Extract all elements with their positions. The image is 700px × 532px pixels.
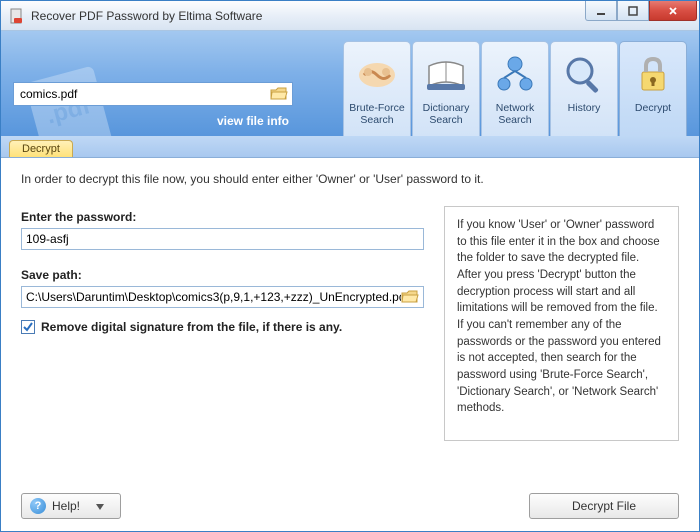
lock-icon	[630, 52, 676, 98]
subtab-decrypt[interactable]: Decrypt	[9, 140, 73, 157]
main-row: Enter the password: Save path: Remove di…	[21, 206, 679, 441]
tab-label: History	[568, 102, 601, 114]
decrypt-file-button[interactable]: Decrypt File	[529, 493, 679, 519]
browse-savepath-icon[interactable]	[401, 289, 419, 305]
help-label: Help!	[52, 499, 80, 513]
titlebar[interactable]: Recover PDF Password by Eltima Software	[1, 1, 699, 31]
remove-signature-checkbox[interactable]	[21, 320, 35, 334]
tab-history[interactable]: History	[550, 41, 618, 136]
form-column: Enter the password: Save path: Remove di…	[21, 206, 424, 441]
content-area: In order to decrypt this file now, you s…	[1, 158, 699, 481]
handshake-icon	[354, 52, 400, 98]
file-name-input[interactable]	[18, 85, 270, 103]
browse-file-icon[interactable]	[270, 86, 288, 102]
decrypt-label: Decrypt File	[572, 499, 636, 513]
tab-label: Dictionary Search	[423, 102, 470, 126]
savepath-label: Save path:	[21, 268, 424, 282]
checkbox-label: Remove digital signature from the file, …	[41, 320, 342, 334]
tab-label: Decrypt	[635, 102, 671, 114]
tab-label: Network Search	[496, 102, 535, 126]
tab-network[interactable]: Network Search	[481, 41, 549, 136]
tab-dictionary[interactable]: Dictionary Search	[412, 41, 480, 136]
savepath-input[interactable]	[26, 290, 401, 304]
password-input[interactable]	[26, 232, 419, 246]
tab-decrypt[interactable]: Decrypt	[619, 41, 687, 136]
info-panel: If you know 'User' or 'Owner' password t…	[444, 206, 679, 441]
chevron-down-icon	[96, 499, 104, 513]
password-label: Enter the password:	[21, 210, 424, 224]
checkbox-row: Remove digital signature from the file, …	[21, 320, 424, 334]
file-section: view file info	[13, 82, 293, 128]
window-title: Recover PDF Password by Eltima Software	[31, 9, 585, 23]
password-input-wrap	[21, 228, 424, 250]
footer: ? Help! Decrypt File	[1, 481, 699, 531]
savepath-input-wrap	[21, 286, 424, 308]
app-icon	[9, 8, 25, 24]
file-input-wrap	[13, 82, 293, 106]
close-button[interactable]	[649, 1, 697, 21]
magnifier-icon	[561, 52, 607, 98]
tab-brute-force[interactable]: Brute-Force Search	[343, 41, 411, 136]
intro-text: In order to decrypt this file now, you s…	[21, 172, 679, 186]
app-window: Recover PDF Password by Eltima Software …	[0, 0, 700, 532]
maximize-button[interactable]	[617, 1, 649, 21]
book-icon	[423, 52, 469, 98]
window-controls	[585, 1, 699, 30]
help-icon: ?	[30, 498, 46, 514]
help-button[interactable]: ? Help!	[21, 493, 121, 519]
view-file-info-link[interactable]: view file info	[13, 114, 293, 128]
subtab-bar: Decrypt	[1, 136, 699, 158]
minimize-button[interactable]	[585, 1, 617, 21]
network-icon	[492, 52, 538, 98]
main-tabs: Brute-Force Search Dictionary Search Net…	[343, 41, 687, 136]
tab-label: Brute-Force Search	[349, 102, 404, 126]
toolbar: .pdf view file info Brute-Force Search D…	[1, 31, 699, 136]
